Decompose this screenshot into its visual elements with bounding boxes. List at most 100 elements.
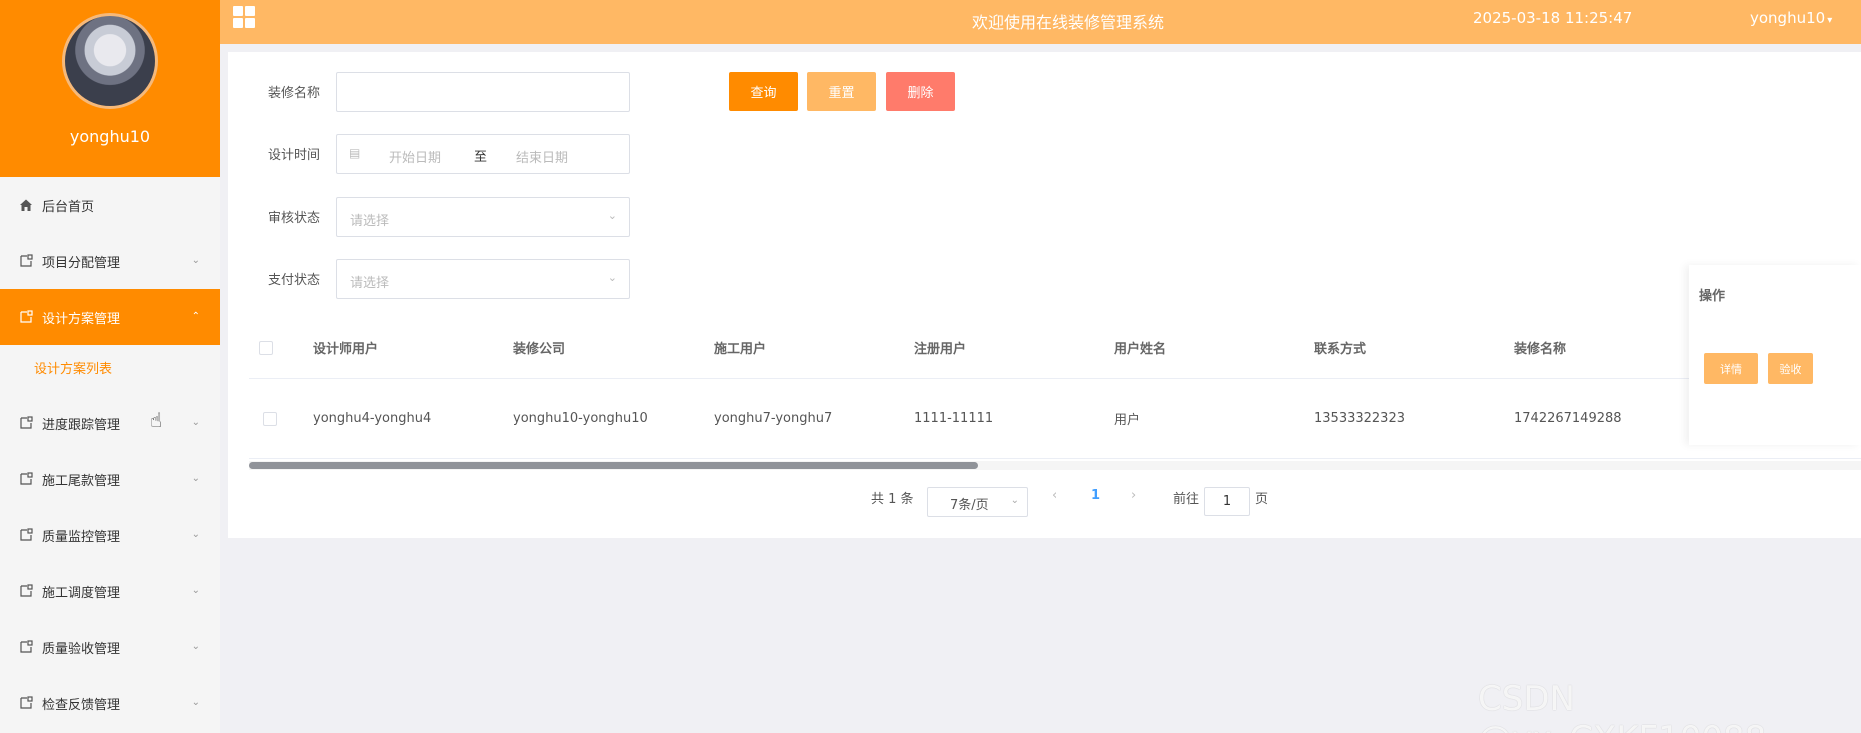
- row-checkbox[interactable]: [263, 379, 277, 458]
- doc-icon: [18, 527, 34, 543]
- page-title: 欢迎使用在线装修管理系统: [972, 13, 1165, 32]
- cell-contact: 13533322323: [1314, 411, 1405, 426]
- hand-cursor-icon: ☝: [150, 408, 163, 432]
- chevron-down-icon: ⌄: [1010, 495, 1019, 506]
- end-date-placeholder: 结束日期: [516, 151, 569, 166]
- sidebar-item-quality-monitor[interactable]: 质量监控管理 ⌄: [0, 507, 220, 563]
- scrollbar-thumb[interactable]: [249, 462, 978, 469]
- sidebar-item-progress[interactable]: 进度跟踪管理 ⌄: [0, 395, 220, 451]
- chevron-down-icon: ⌄: [191, 529, 200, 540]
- clock-text: 2025-03-18 11:25:47: [1473, 9, 1633, 27]
- reset-button[interactable]: 重置: [807, 72, 876, 111]
- chevron-down-icon: ⌄: [191, 697, 200, 708]
- cell-company: yonghu10-yonghu10: [513, 411, 648, 426]
- sidebar-item-label: 检查反馈管理: [42, 697, 121, 713]
- chevron-up-icon: ⌃: [191, 311, 200, 322]
- sidebar-subitem-design-plan-list[interactable]: 设计方案列表: [0, 345, 220, 395]
- col-header[interactable]: 用户姓名: [1114, 317, 1166, 378]
- calendar-icon: ▤: [349, 146, 361, 160]
- cell-user-name: 用户: [1114, 413, 1141, 428]
- design-time-label: 设计时间: [268, 148, 321, 163]
- goto-page-input[interactable]: 1: [1204, 487, 1250, 516]
- sidebar-item-label: 质量验收管理: [42, 641, 121, 657]
- sidebar-item-label: 设计方案管理: [42, 311, 121, 327]
- avatar[interactable]: [62, 13, 158, 109]
- sidebar-item-feedback[interactable]: 检查反馈管理 ⌄: [0, 675, 220, 731]
- user-name: yonghu10: [1750, 9, 1826, 27]
- chevron-down-icon: ⌄: [191, 641, 200, 652]
- audit-status-label: 审核状态: [268, 211, 321, 226]
- goto-label: 前往: [1173, 492, 1200, 507]
- watermark: CSDN @vx_CXKF10088: [1478, 679, 1766, 733]
- goto-suffix: 页: [1255, 492, 1269, 507]
- sidebar-item-label: 项目分配管理: [42, 255, 121, 271]
- user-dropdown[interactable]: yonghu10 ▾: [1750, 9, 1832, 27]
- chevron-down-icon: ⌄: [191, 473, 200, 484]
- design-date-range[interactable]: ▤ 开始日期 至 结束日期: [336, 134, 630, 174]
- audit-status-placeholder: 请选择: [350, 214, 390, 229]
- doc-icon: [18, 583, 34, 599]
- total-count: 共 1 条: [871, 492, 914, 507]
- doc-icon: [18, 695, 34, 711]
- sidebar-item-dispatch[interactable]: 施工调度管理 ⌄: [0, 563, 220, 619]
- sidebar-item-project-assign[interactable]: 项目分配管理 ⌄: [0, 233, 220, 289]
- name-input[interactable]: [336, 72, 630, 112]
- sidebar-item-label: 质量监控管理: [42, 529, 121, 545]
- home-icon: [18, 197, 34, 213]
- doc-icon: [18, 309, 34, 325]
- table-row[interactable]: yonghu4-yonghu4 yonghu10-yonghu10 yonghu…: [249, 379, 1861, 459]
- date-range-separator: 至: [474, 150, 488, 165]
- doc-icon: [18, 639, 34, 655]
- topbar: 欢迎使用在线装修管理系统 2025-03-18 11:25:47 yonghu1…: [220, 0, 1861, 44]
- data-table: 设计师用户 装修公司 施工用户 注册用户 用户姓名 联系方式 装修名称 yong…: [249, 265, 1861, 459]
- col-header[interactable]: 装修公司: [513, 317, 565, 378]
- main-panel: 装修名称 设计时间 ▤ 开始日期 至 结束日期 审核状态 请选择 ⌄ 支付状态 …: [228, 52, 1861, 538]
- sidebar-item-final-payment[interactable]: 施工尾款管理 ⌄: [0, 451, 220, 507]
- sidebar-item-acceptance[interactable]: 质量验收管理 ⌄: [0, 619, 220, 675]
- cell-registered-user: 1111-11111: [914, 411, 994, 426]
- page-size-value: 7条/页: [950, 498, 989, 513]
- col-header[interactable]: 装修名称: [1514, 317, 1566, 378]
- sidebar: yonghu10 后台首页 项目分配管理 ⌄ 设计方案管理 ⌃ 设计方案列表 进…: [0, 0, 220, 733]
- name-label: 装修名称: [268, 86, 321, 101]
- chevron-down-icon: ⌄: [191, 585, 200, 596]
- sidebar-item-home[interactable]: 后台首页: [0, 177, 220, 233]
- audit-status-select[interactable]: 请选择 ⌄: [336, 197, 630, 237]
- page-number[interactable]: 1: [1091, 488, 1100, 503]
- sidebar-menu: 后台首页 项目分配管理 ⌄ 设计方案管理 ⌃ 设计方案列表 进度跟踪管理 ⌄ 施…: [0, 177, 220, 731]
- detail-button[interactable]: 详情: [1704, 353, 1758, 384]
- col-header[interactable]: 注册用户: [914, 317, 966, 378]
- profile-section: yonghu10: [0, 0, 220, 177]
- prev-page-icon[interactable]: ‹: [1052, 488, 1057, 503]
- menu-grid-icon[interactable]: [233, 6, 255, 28]
- delete-button[interactable]: 删除: [886, 72, 955, 111]
- next-page-icon[interactable]: ›: [1131, 488, 1136, 503]
- sidebar-item-label: 进度跟踪管理: [42, 417, 121, 433]
- pay-status-label: 支付状态: [268, 273, 321, 288]
- col-header[interactable]: 联系方式: [1314, 317, 1366, 378]
- col-header[interactable]: 设计师用户: [313, 317, 378, 378]
- operation-column: 操作 详情 验收: [1689, 265, 1861, 445]
- chevron-down-icon: ⌄: [191, 255, 200, 266]
- page-size-select[interactable]: 7条/页 ⌄: [927, 487, 1028, 517]
- op-header: 操作: [1699, 289, 1726, 304]
- sidebar-item-label: 后台首页: [42, 199, 95, 215]
- chevron-down-icon: ⌄: [191, 417, 200, 428]
- start-date-placeholder: 开始日期: [389, 151, 442, 166]
- chevron-down-icon: ⌄: [607, 271, 617, 284]
- cell-decoration-name: 1742267149288: [1514, 411, 1622, 426]
- table-header: 设计师用户 装修公司 施工用户 注册用户 用户姓名 联系方式 装修名称: [249, 317, 1861, 379]
- query-button[interactable]: 查询: [729, 72, 798, 111]
- sidebar-item-design-plan[interactable]: 设计方案管理 ⌃: [0, 289, 220, 345]
- doc-icon: [18, 415, 34, 431]
- select-all-checkbox[interactable]: [259, 317, 273, 378]
- chevron-down-icon: ⌄: [607, 209, 617, 222]
- doc-icon: [18, 471, 34, 487]
- profile-username: yonghu10: [69, 127, 151, 146]
- col-header[interactable]: 施工用户: [714, 317, 766, 378]
- horizontal-scrollbar[interactable]: [249, 461, 1861, 470]
- doc-icon: [18, 253, 34, 269]
- pay-status-select[interactable]: 请选择 ⌄: [336, 259, 630, 299]
- cell-designer: yonghu4-yonghu4: [313, 411, 432, 426]
- accept-button[interactable]: 验收: [1768, 353, 1813, 384]
